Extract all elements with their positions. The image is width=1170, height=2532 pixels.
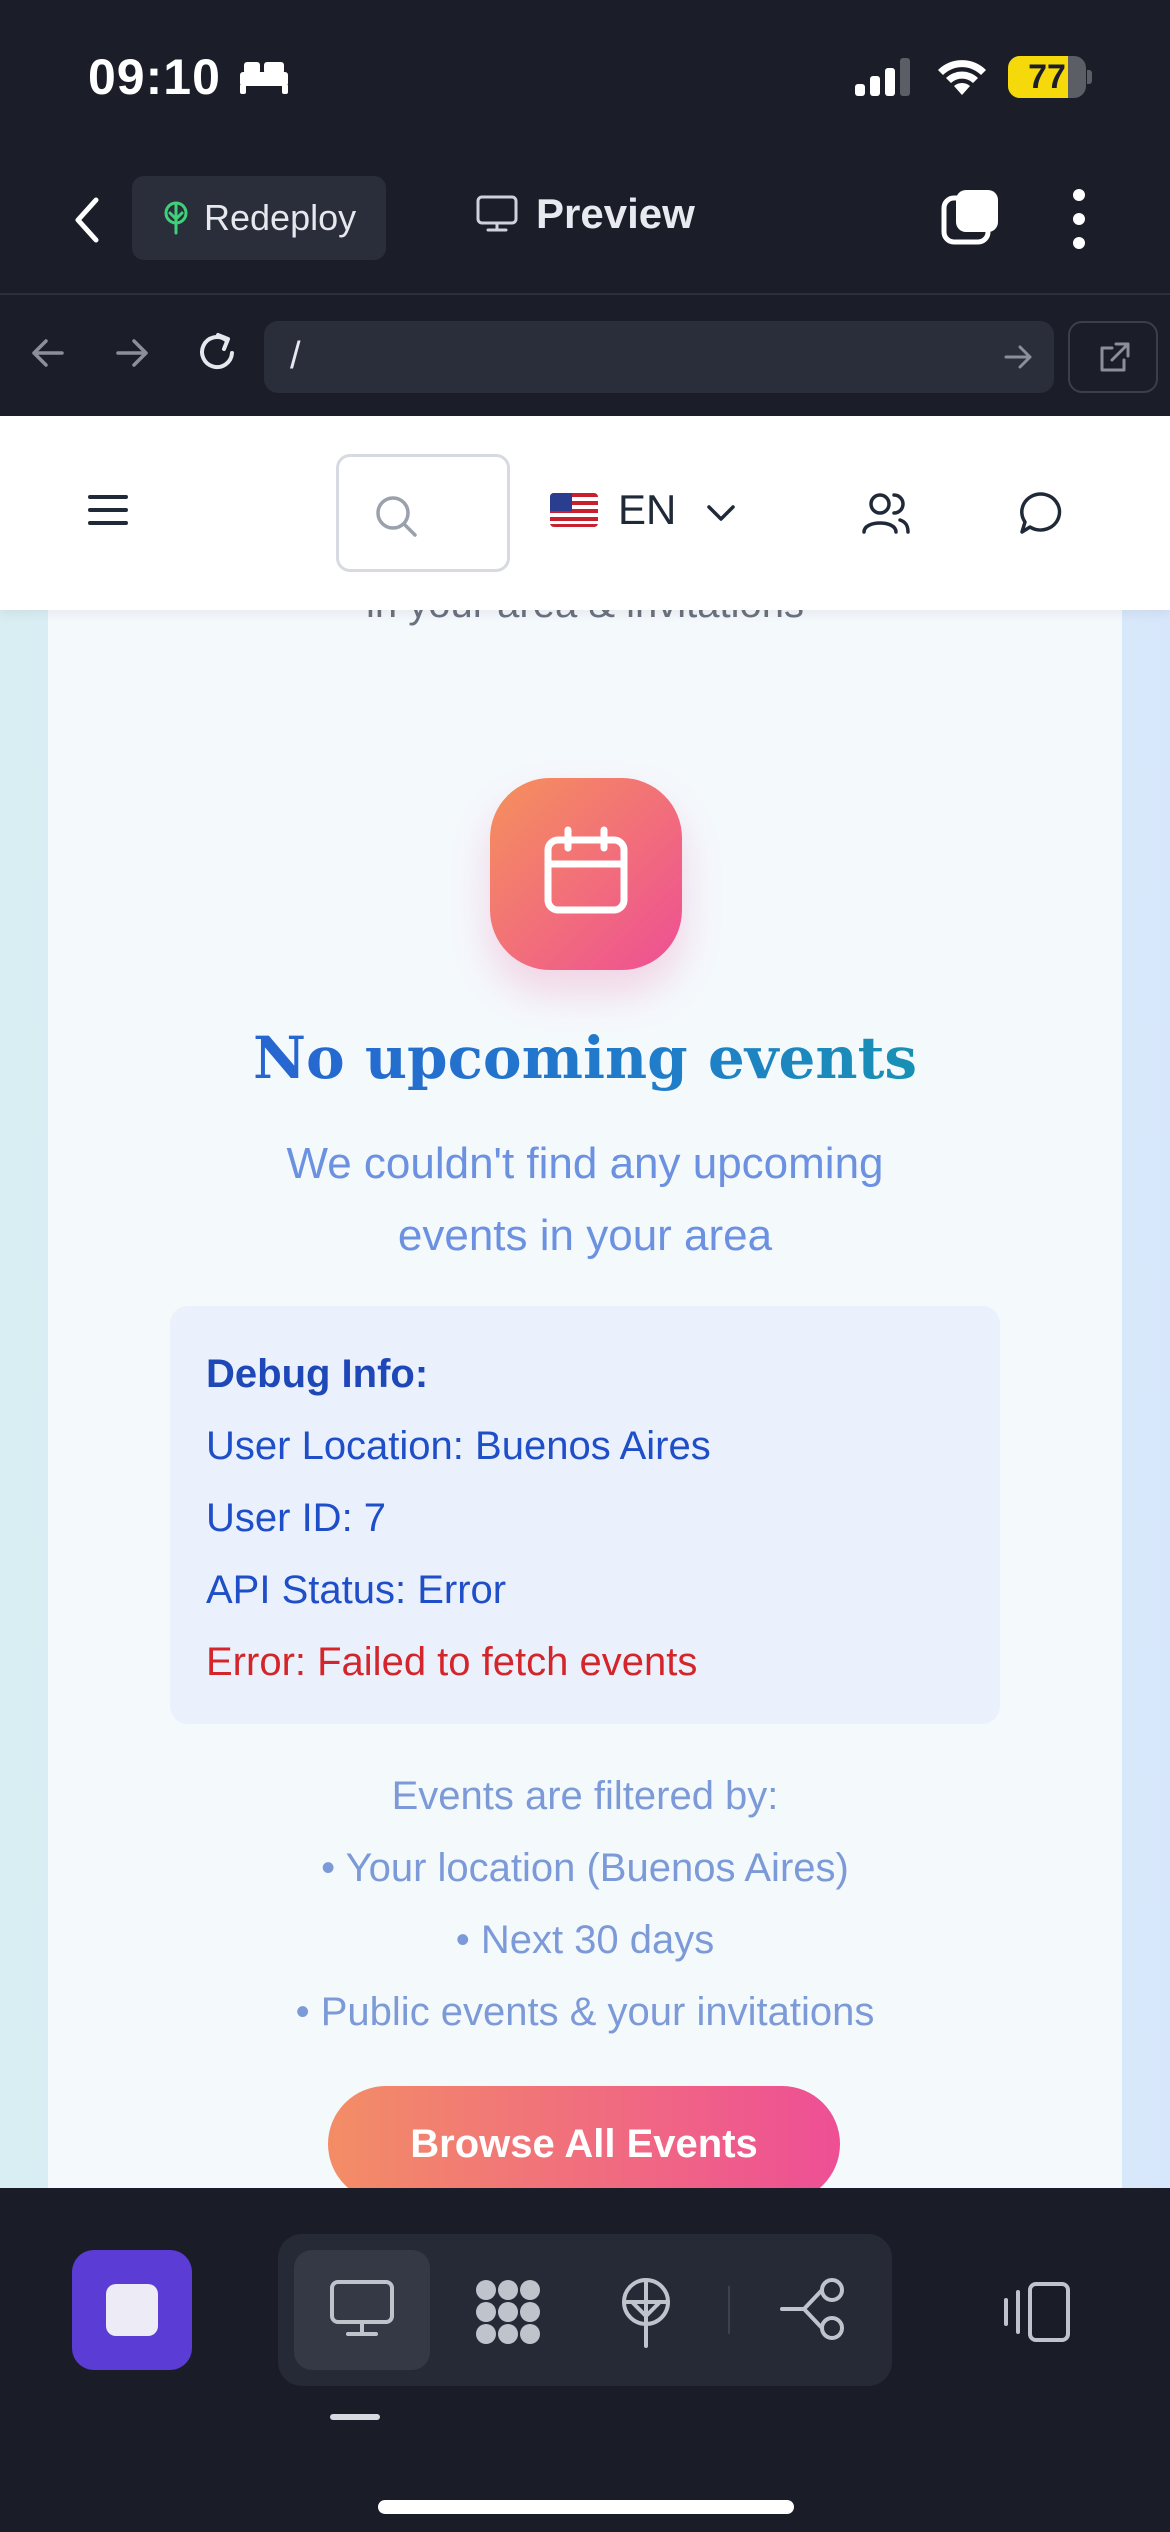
cellular-signal-icon <box>855 58 910 96</box>
bottom-toolbar <box>0 2188 1170 2532</box>
debug-error: Error: Failed to fetch events <box>206 1640 698 1684</box>
web-preview: EN in your area & invitations No upcomin… <box>0 416 1170 2188</box>
browse-all-events-button[interactable]: Browse All Events <box>328 2086 840 2188</box>
browse-button-label: Browse All Events <box>410 2122 758 2166</box>
back-chevron-icon[interactable] <box>62 190 112 250</box>
users-icon[interactable] <box>862 490 910 536</box>
connections-view-button[interactable] <box>744 2250 880 2370</box>
filter-heading: Events are filtered by: <box>391 1774 779 1818</box>
filter-info: Events are filtered by: • Your location … <box>48 1760 1122 2048</box>
debug-info-panel: Debug Info: User Location: Buenos Aires … <box>170 1306 1000 1724</box>
browser-forward-icon[interactable] <box>110 331 154 375</box>
language-selector[interactable]: EN <box>550 486 736 534</box>
search-button[interactable] <box>336 454 510 572</box>
connector-icon <box>780 2278 844 2340</box>
debug-api-status: API Status: Error <box>206 1568 507 1612</box>
deploy-view-button[interactable] <box>580 2250 716 2370</box>
active-tab-indicator <box>330 2414 380 2420</box>
browser-back-icon[interactable] <box>26 331 70 375</box>
switcher-divider <box>728 2286 730 2334</box>
debug-title: Debug Info: <box>206 1352 429 1396</box>
filter-item: • Public events & your invitations <box>295 1990 875 2034</box>
debug-location: User Location: Buenos Aires <box>206 1424 711 1468</box>
more-options-icon[interactable] <box>1060 186 1098 252</box>
url-field[interactable]: / <box>264 321 1054 393</box>
debug-user-id: User ID: 7 <box>206 1496 387 1540</box>
workflow-view-button[interactable] <box>438 2250 574 2370</box>
empty-state-subtitle: We couldn't find any upcoming events in … <box>286 1139 884 1260</box>
view-switcher <box>278 2234 892 2386</box>
calendar-badge <box>490 778 682 970</box>
redeploy-button[interactable]: Redeploy <box>132 176 386 260</box>
language-code: EN <box>618 486 677 533</box>
open-external-button[interactable] <box>1068 321 1158 393</box>
menu-icon[interactable] <box>88 494 128 526</box>
battery-level: 77 <box>1028 58 1066 96</box>
monitor-icon <box>476 195 518 232</box>
stop-button[interactable] <box>72 2250 192 2370</box>
reload-icon[interactable] <box>192 327 242 377</box>
preview-tab[interactable]: Preview <box>476 190 695 238</box>
stop-icon <box>106 2284 158 2336</box>
empty-state-title: No upcoming events <box>48 1024 1122 1092</box>
clock: 09:10 <box>88 49 221 105</box>
chevron-down-icon <box>707 505 736 521</box>
redeploy-label: Redeploy <box>204 197 357 238</box>
browser-bar: / <box>0 295 1170 416</box>
search-icon <box>376 496 417 537</box>
workflow-grid-icon <box>476 2280 540 2344</box>
us-flag-icon <box>550 493 598 527</box>
preview-label: Preview <box>536 190 695 237</box>
home-indicator <box>378 2500 794 2514</box>
deploy-tree-icon <box>622 2278 670 2348</box>
app-toolbar: Redeploy Preview <box>0 150 1170 293</box>
wifi-icon <box>938 60 986 95</box>
calendar-icon <box>544 826 628 914</box>
site-navbar: EN <box>0 416 1170 610</box>
url-text: / <box>290 335 301 377</box>
preview-view-button[interactable] <box>294 2250 430 2370</box>
external-link-icon <box>1100 342 1130 372</box>
sleep-focus-icon <box>240 62 288 94</box>
device-layout-icon[interactable] <box>1000 2280 1074 2344</box>
monitor-icon <box>330 2280 394 2336</box>
filter-item: • Next 30 days <box>455 1918 715 1962</box>
battery-indicator: 77 <box>1008 56 1092 98</box>
filter-item: • Your location (Buenos Aires) <box>321 1846 849 1890</box>
events-card: in your area & invitations No upcoming e… <box>48 416 1122 2188</box>
tabs-switcher-icon[interactable] <box>940 186 1002 248</box>
redeploy-tree-icon <box>164 201 188 235</box>
go-arrow-icon[interactable] <box>1002 341 1034 373</box>
chat-bubble-icon[interactable] <box>1018 490 1064 536</box>
status-bar: 09:10 77 <box>0 0 1170 150</box>
